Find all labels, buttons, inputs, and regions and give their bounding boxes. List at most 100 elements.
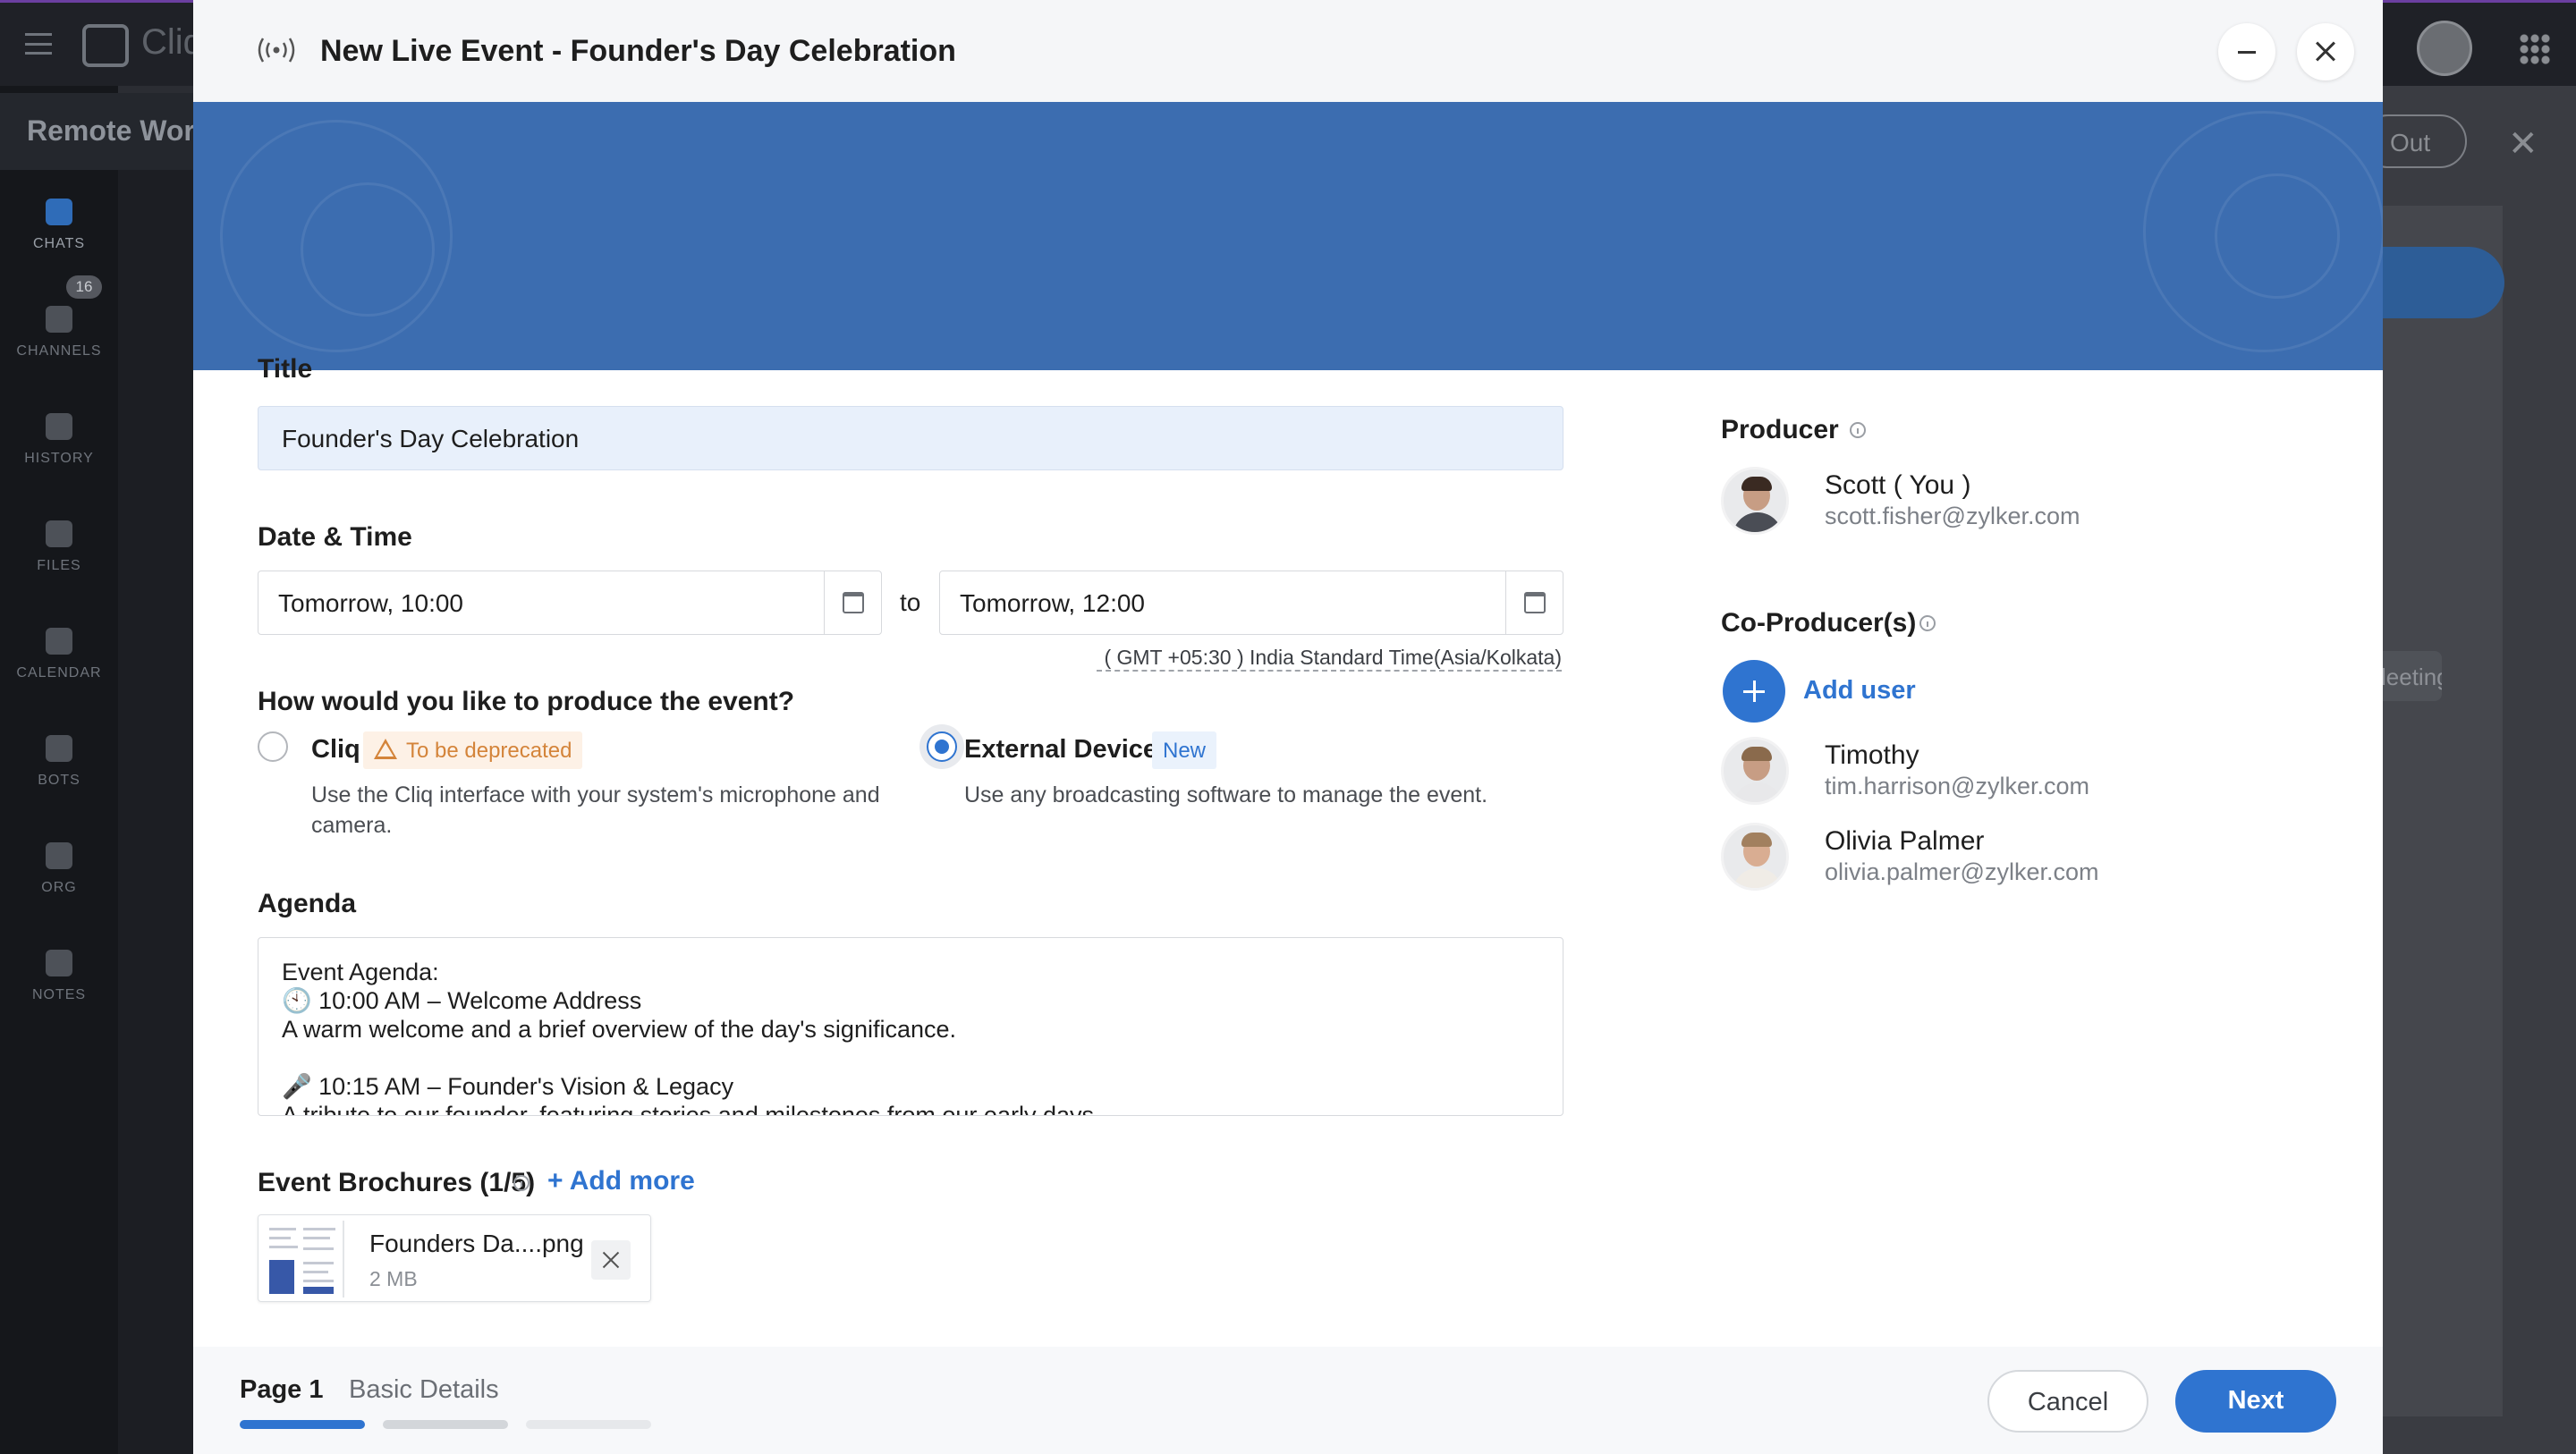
timezone-link[interactable]: ( GMT +05:30 ) India Standard Time(Asia/… — [1097, 646, 1562, 672]
nav-bots[interactable]: BOTS — [0, 735, 118, 789]
brochure-file-card[interactable]: Founders Da....png 2 MB — [258, 1214, 651, 1302]
apps-grid-icon[interactable] — [2519, 33, 2551, 65]
minimize-button[interactable] — [2218, 23, 2275, 80]
info-icon[interactable] — [1850, 422, 1866, 438]
info-icon[interactable] — [1919, 615, 1936, 631]
end-calendar-button[interactable] — [1505, 571, 1563, 634]
coproducer-email: tim.harrison@zylker.com — [1825, 773, 2089, 799]
banner-decoration — [2215, 173, 2340, 299]
page-name: Basic Details — [349, 1375, 499, 1404]
end-datetime-input[interactable]: Tomorrow, 12:00 — [939, 571, 1563, 635]
progress-step — [240, 1420, 365, 1429]
agenda-line — [282, 1044, 1539, 1072]
agenda-line: 🕙 10:00 AM – Welcome Address — [282, 987, 642, 1014]
dialog-header: New Live Event - Founder's Day Celebrati… — [193, 0, 2383, 102]
calendar-icon — [843, 592, 864, 613]
file-size: 2 MB — [369, 1267, 418, 1290]
start-calendar-button[interactable] — [824, 571, 881, 634]
producer-label: Producer — [1721, 415, 1839, 444]
page-indicator: Page 1 — [240, 1375, 324, 1404]
menu-icon[interactable] — [25, 33, 52, 55]
bot-icon — [46, 735, 72, 762]
coproducer-entry: Olivia Palmer olivia.palmer@zylker.com — [1721, 823, 2258, 894]
coproducer-name: Olivia Palmer — [1825, 826, 1985, 856]
user-avatar[interactable] — [2417, 21, 2472, 76]
title-label: Title — [258, 354, 313, 384]
panel-close-icon[interactable]: ✕ — [2508, 123, 2538, 165]
app-sidebar: 16 CHATS CHANNELS HISTORY FILES CALENDAR… — [0, 86, 118, 1454]
event-banner[interactable] — [193, 102, 2383, 370]
warning-icon — [374, 739, 397, 759]
agenda-line: 🎤 10:15 AM – Founder's Vision & Legacy — [282, 1073, 734, 1100]
next-button[interactable]: Next — [2175, 1370, 2336, 1433]
agenda-line: A tribute to our founder, featuring stor… — [282, 1102, 1101, 1116]
org-icon — [46, 842, 72, 869]
brochures-label: Event Brochures (1/5) — [258, 1168, 536, 1197]
close-button[interactable] — [2297, 23, 2354, 80]
option-external-label[interactable]: External Device — [964, 735, 1157, 765]
file-name: Founders Da....png — [369, 1230, 584, 1257]
nav-channels[interactable]: CHANNELS — [0, 306, 118, 359]
agenda-label: Agenda — [258, 889, 357, 918]
remove-file-icon[interactable] — [591, 1240, 631, 1280]
broadcast-icon — [258, 38, 295, 63]
start-datetime-input[interactable]: Tomorrow, 10:00 — [258, 571, 882, 635]
progress-step — [526, 1420, 651, 1429]
avatar — [1721, 737, 1789, 805]
nav-chats[interactable]: CHATS — [0, 199, 118, 252]
coproducer-label: Co-Producer(s) — [1721, 608, 1917, 638]
datetime-label: Date & Time — [258, 522, 412, 552]
dialog-title: New Live Event - Founder's Day Celebrati… — [320, 34, 956, 68]
add-more-link[interactable]: + Add more — [547, 1166, 695, 1196]
producer-name: Scott ( You ) — [1825, 470, 1971, 500]
progress-step — [383, 1420, 508, 1429]
calendar-icon — [1524, 592, 1546, 613]
info-icon[interactable] — [513, 1175, 530, 1191]
nav-history[interactable]: HISTORY — [0, 413, 118, 467]
radio-cliq[interactable] — [258, 731, 288, 762]
hash-icon — [46, 306, 72, 333]
workspace-title: Remote Wor — [0, 93, 193, 170]
avatar — [1721, 823, 1789, 891]
avatar — [1721, 467, 1789, 535]
new-badge: New — [1152, 731, 1217, 769]
file-icon — [46, 520, 72, 547]
option-cliq-label[interactable]: Cliq — [311, 735, 360, 765]
to-separator: to — [900, 588, 921, 616]
history-icon — [46, 413, 72, 440]
add-user-button[interactable]: Add user — [1803, 676, 1916, 706]
nav-files[interactable]: FILES — [0, 520, 118, 574]
end-datetime-value: Tomorrow, 12:00 — [960, 589, 1145, 617]
option-external-desc: Use any broadcasting software to manage … — [964, 782, 1488, 807]
cancel-button[interactable]: Cancel — [1987, 1370, 2148, 1433]
start-datetime-value: Tomorrow, 10:00 — [278, 589, 463, 617]
radio-external-device[interactable] — [927, 731, 957, 762]
notes-icon — [46, 950, 72, 976]
coproducer-email: olivia.palmer@zylker.com — [1825, 858, 2099, 885]
channel-list — [118, 170, 193, 1454]
chats-badge: 16 — [66, 275, 102, 299]
add-user-icon[interactable] — [1723, 660, 1785, 723]
producer-entry: Scott ( You ) scott.fisher@zylker.com — [1721, 467, 2258, 538]
file-thumbnail — [264, 1221, 344, 1298]
event-title-input[interactable]: Founder's Day Celebration — [258, 406, 1563, 470]
calendar-icon — [46, 628, 72, 655]
banner-decoration — [301, 182, 435, 317]
agenda-line: A warm welcome and a brief overview of t… — [282, 1016, 957, 1043]
cliq-logo-icon — [82, 24, 129, 67]
deprecated-badge: To be deprecated — [363, 731, 583, 769]
chat-icon — [46, 199, 72, 225]
nav-notes[interactable]: NOTES — [0, 950, 118, 1003]
agenda-line: Event Agenda: — [282, 959, 439, 985]
nav-calendar[interactable]: CALENDAR — [0, 628, 118, 681]
option-cliq-desc: Use the Cliq interface with your system'… — [311, 782, 880, 838]
coproducer-name: Timothy — [1825, 740, 1919, 770]
producer-email: scott.fisher@zylker.com — [1825, 503, 2080, 529]
dialog-footer: Page 1 Basic Details Cancel Next — [193, 1347, 2383, 1454]
agenda-textarea[interactable]: Event Agenda: 🕙 10:00 AM – Welcome Addre… — [258, 937, 1563, 1116]
coproducer-entry: Timothy tim.harrison@zylker.com — [1721, 737, 2258, 808]
produce-question: How would you like to produce the event? — [258, 687, 795, 716]
live-event-dialog: New Live Event - Founder's Day Celebrati… — [193, 0, 2383, 1454]
right-panel-card — [2383, 206, 2503, 1416]
nav-org[interactable]: ORG — [0, 842, 118, 896]
